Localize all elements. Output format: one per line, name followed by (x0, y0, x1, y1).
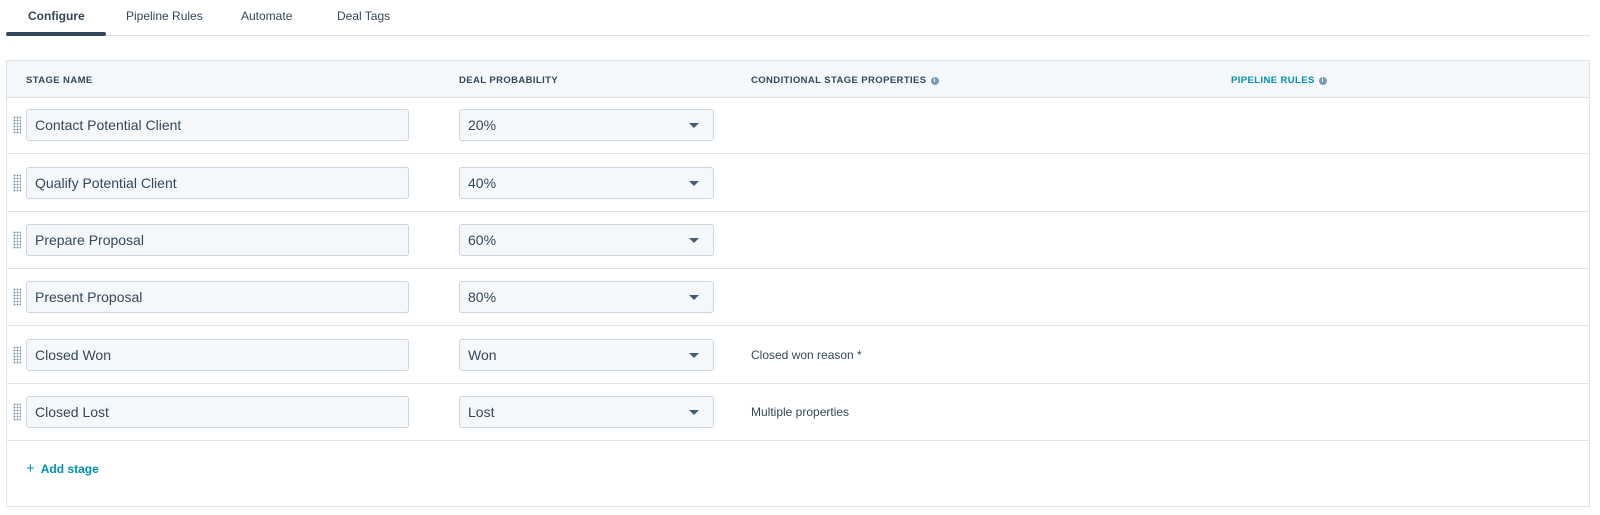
deal-probability-value: Won (468, 347, 497, 363)
deal-probability-value: 40% (468, 175, 497, 191)
header-conditional-stage-properties: CONDITIONAL STAGE PROPERTIES i (751, 75, 939, 86)
deal-probability-value: Lost (468, 404, 495, 420)
stage-name-input[interactable]: Qualify Potential Client (26, 167, 409, 199)
header-stage-name-label: STAGE NAME (26, 75, 93, 86)
drag-handle-icon[interactable] (13, 403, 21, 421)
table-row: Contact Potential Client 20% (7, 96, 1589, 154)
add-stage-label: Add stage (40, 462, 99, 476)
info-icon[interactable]: i (1318, 76, 1327, 85)
stage-name-value: Present Proposal (35, 289, 143, 305)
drag-handle-icon[interactable] (13, 288, 21, 306)
add-stage-button[interactable]: + Add stage (26, 460, 99, 477)
caret-down-icon (689, 295, 699, 300)
drag-handle-icon[interactable] (13, 116, 21, 134)
drag-handle-icon[interactable] (13, 231, 21, 249)
tab-automate[interactable]: Automate (241, 9, 292, 23)
caret-down-icon (689, 123, 699, 128)
table-row: Closed Won Won Closed won reason * (7, 326, 1589, 384)
active-tab-indicator (6, 32, 106, 36)
plus-icon: + (26, 460, 35, 477)
tab-bar: Configure Pipeline Rules Automate Deal T… (6, 0, 1590, 36)
stage-name-input[interactable]: Prepare Proposal (26, 224, 409, 256)
header-deal-probability: DEAL PROBABILITY (459, 75, 558, 86)
deal-probability-select[interactable]: Lost (459, 396, 714, 428)
stage-name-value: Contact Potential Client (35, 117, 182, 133)
table-row: Present Proposal 80% (7, 268, 1589, 326)
deal-probability-select[interactable]: 60% (459, 224, 714, 256)
deal-probability-value: 60% (468, 232, 497, 248)
table-row: Qualify Potential Client 40% (7, 154, 1589, 212)
deal-probability-select[interactable]: Won (459, 339, 714, 371)
stage-name-value: Closed Lost (35, 404, 109, 420)
header-conditional-label: CONDITIONAL STAGE PROPERTIES (751, 75, 927, 86)
deal-probability-value: 20% (468, 117, 497, 133)
stage-name-input[interactable]: Contact Potential Client (26, 109, 409, 141)
table-row: Prepare Proposal 60% (7, 211, 1589, 269)
deal-probability-select[interactable]: 40% (459, 167, 714, 199)
stage-name-value: Qualify Potential Client (35, 175, 177, 191)
tab-pipeline-rules[interactable]: Pipeline Rules (126, 9, 203, 23)
tab-deal-tags[interactable]: Deal Tags (337, 9, 390, 23)
tab-configure[interactable]: Configure (28, 9, 85, 23)
stages-table: STAGE NAME DEAL PROBABILITY CONDITIONAL … (6, 60, 1590, 507)
deal-probability-select[interactable]: 20% (459, 109, 714, 141)
deal-probability-select[interactable]: 80% (459, 281, 714, 313)
table-row: Closed Lost Lost Multiple properties (7, 383, 1589, 441)
deal-probability-value: 80% (468, 289, 497, 305)
info-icon[interactable]: i (930, 76, 939, 85)
stage-name-value: Closed Won (35, 347, 112, 363)
caret-down-icon (689, 238, 699, 243)
header-pipeline-rules-label[interactable]: PIPELINE RULES (1231, 75, 1315, 86)
header-stage-name: STAGE NAME (26, 75, 93, 86)
drag-handle-icon[interactable] (13, 346, 21, 364)
caret-down-icon (689, 353, 699, 358)
header-deal-probability-label: DEAL PROBABILITY (459, 75, 559, 86)
drag-handle-icon[interactable] (13, 174, 21, 192)
stage-name-input[interactable]: Present Proposal (26, 281, 409, 313)
stage-name-input[interactable]: Closed Lost (26, 396, 409, 428)
stage-name-input[interactable]: Closed Won (26, 339, 409, 371)
header-pipeline-rules[interactable]: PIPELINE RULES i (1231, 75, 1327, 86)
caret-down-icon (689, 410, 699, 415)
conditional-properties-link[interactable]: Multiple properties (751, 405, 849, 419)
stage-name-value: Prepare Proposal (35, 232, 144, 248)
caret-down-icon (689, 181, 699, 186)
conditional-properties-link[interactable]: Closed won reason * (751, 348, 862, 362)
table-header: STAGE NAME DEAL PROBABILITY CONDITIONAL … (7, 61, 1589, 98)
